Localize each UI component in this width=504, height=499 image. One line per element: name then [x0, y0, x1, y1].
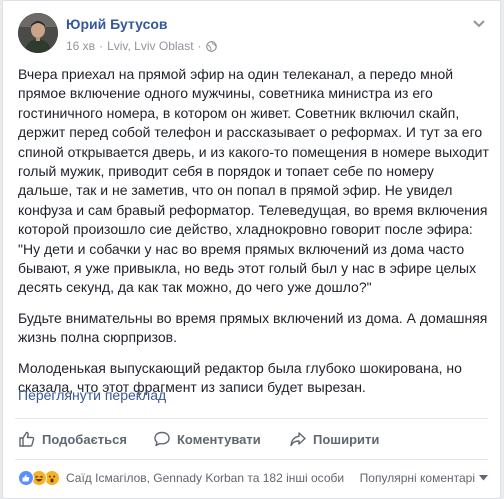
comment-label: Коментувати [177, 431, 261, 447]
comment-button[interactable]: Коментувати [153, 430, 261, 448]
avatar-photo [18, 13, 58, 53]
meta-separator: · [99, 39, 104, 53]
comment-sort-dropdown[interactable]: Популярні коментарі [360, 471, 488, 485]
avatar[interactable] [18, 13, 58, 53]
like-label: Подобається [42, 431, 127, 447]
thumbs-up-icon [19, 431, 35, 447]
chevron-down-icon[interactable] [472, 17, 486, 29]
author-name[interactable]: Юрий Бутусов [66, 16, 168, 32]
reactions-bar: Саїд Ісмагілов, Gennady Korban та 182 ін… [18, 467, 488, 489]
like-reaction-icon[interactable] [18, 470, 34, 486]
divider [15, 418, 488, 419]
action-bar: Подобається Коментувати Поширити [18, 426, 488, 452]
reaction-names-link[interactable]: Саїд Ісмагілов, Gennady Korban та 182 ін… [66, 471, 344, 485]
share-arrow-icon [290, 432, 306, 447]
comment-sort-label: Популярні коментарі [359, 471, 475, 485]
post-time[interactable]: 16 хв [66, 39, 95, 53]
post-body: Вчера приехал на прямой эфир на один тел… [18, 65, 490, 409]
caret-down-icon [479, 475, 488, 481]
post-card: Юрий Бутусов 16 хв · Lviv, Lviv Oblast ·… [2, 0, 501, 499]
meta-separator-2: · [197, 39, 202, 53]
post-paragraph: Будьте внимательны во время прямых включ… [18, 309, 488, 346]
divider [15, 459, 488, 460]
like-button[interactable]: Подобається [18, 430, 127, 448]
see-translation-link[interactable]: Переглянути переклад [18, 387, 166, 403]
share-label: Поширити [313, 431, 380, 447]
post-location[interactable]: Lviv, Lviv Oblast [107, 39, 193, 53]
comment-icon [154, 431, 170, 447]
globe-icon[interactable] [205, 40, 217, 52]
post-paragraph: Вчера приехал на прямой эфир на один тел… [18, 66, 489, 296]
post-meta: 16 хв · Lviv, Lviv Oblast · [66, 39, 217, 53]
share-button[interactable]: Поширити [289, 430, 379, 448]
